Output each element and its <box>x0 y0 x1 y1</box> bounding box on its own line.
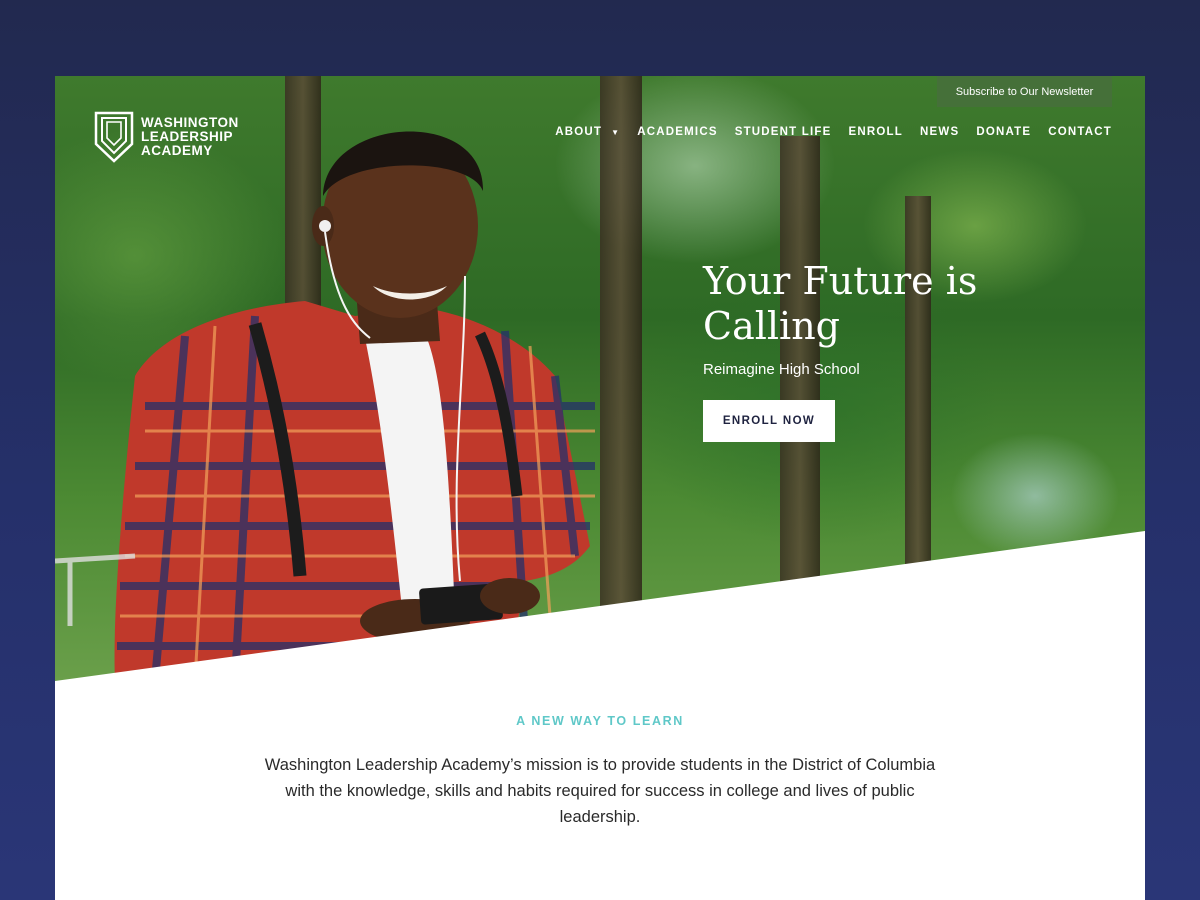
logo-line: ACADEMY <box>141 143 213 158</box>
browser-frame: WASHINGTON LEADERSHIP ACADEMY Subscribe … <box>55 76 1145 900</box>
enroll-now-button[interactable]: ENROLL NOW <box>703 400 835 442</box>
nav-item-label: STUDENT LIFE <box>734 126 832 138</box>
nav-item-label: DONATE <box>976 126 1032 138</box>
nav-item-news[interactable]: NEWS <box>920 126 959 138</box>
chevron-down-icon: ▼ <box>611 127 621 137</box>
mission-statement: Washington Leadership Academy’s mission … <box>264 756 936 826</box>
shield-logo-icon <box>94 111 134 163</box>
hero-subhead: Reimagine High School <box>703 361 860 378</box>
nav-item-enroll[interactable]: ENROLL <box>849 126 903 138</box>
nav-item-contact[interactable]: CONTACT <box>1048 126 1112 138</box>
nav-item-label: ACADEMICS <box>637 126 718 138</box>
main-nav: ABOUT ▼ ACADEMICS STUDENT LIFE ENROLL NE… <box>538 126 1112 138</box>
nav-item-about[interactable]: ABOUT ▼ <box>555 126 620 138</box>
hero-section: WASHINGTON LEADERSHIP ACADEMY Subscribe … <box>55 76 1145 681</box>
logo-wordmark: WASHINGTON LEADERSHIP ACADEMY <box>141 116 239 158</box>
nav-item-student-life[interactable]: STUDENT LIFE <box>735 126 832 138</box>
nav-item-donate[interactable]: DONATE <box>976 126 1031 138</box>
section-eyebrow: A NEW WAY TO LEARN <box>516 714 684 728</box>
logo-line: WASHINGTON <box>141 115 239 130</box>
nav-item-label: CONTACT <box>1048 126 1112 138</box>
nav-item-label: ABOUT <box>555 126 603 138</box>
logo-line: LEADERSHIP <box>141 129 234 144</box>
newsletter-subscribe-button[interactable]: Subscribe to Our Newsletter <box>937 76 1112 107</box>
student-hero-photo <box>55 131 595 681</box>
nav-item-academics[interactable]: ACADEMICS <box>637 126 717 138</box>
hero-headline: Your Future is Calling <box>703 259 978 348</box>
nav-item-label: ENROLL <box>848 126 904 138</box>
site-logo[interactable]: WASHINGTON LEADERSHIP ACADEMY <box>93 110 239 164</box>
nav-item-label: NEWS <box>920 126 960 138</box>
